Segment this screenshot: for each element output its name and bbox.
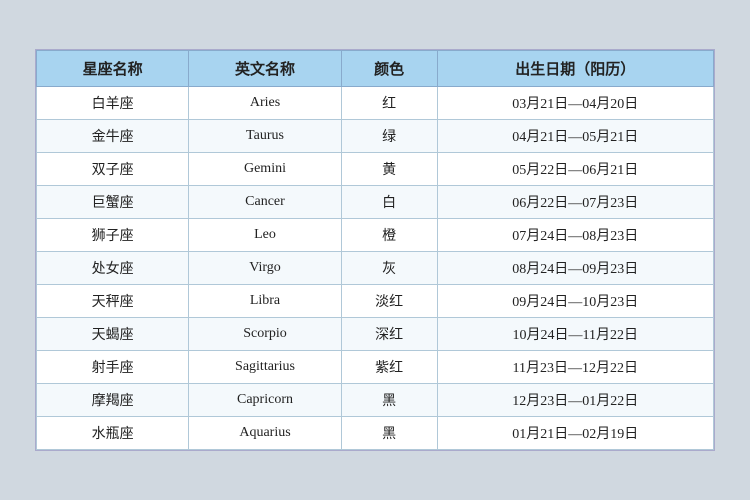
table-cell: 01月21日—02月19日 — [437, 417, 713, 450]
table-cell: 12月23日—01月22日 — [437, 384, 713, 417]
table-cell: Sagittarius — [189, 351, 341, 384]
table-cell: 灰 — [341, 252, 437, 285]
zodiac-table: 星座名称英文名称颜色出生日期（阳历） 白羊座Aries红03月21日—04月20… — [36, 50, 714, 450]
table-row: 金牛座Taurus绿04月21日—05月21日 — [37, 120, 714, 153]
table-cell: 11月23日—12月22日 — [437, 351, 713, 384]
table-row: 天秤座Libra淡红09月24日—10月23日 — [37, 285, 714, 318]
table-cell: 狮子座 — [37, 219, 189, 252]
table-cell: Leo — [189, 219, 341, 252]
table-body: 白羊座Aries红03月21日—04月20日金牛座Taurus绿04月21日—0… — [37, 87, 714, 450]
table-cell: 10月24日—11月22日 — [437, 318, 713, 351]
table-cell: 07月24日—08月23日 — [437, 219, 713, 252]
table-cell: 08月24日—09月23日 — [437, 252, 713, 285]
table-row: 白羊座Aries红03月21日—04月20日 — [37, 87, 714, 120]
table-row: 双子座Gemini黄05月22日—06月21日 — [37, 153, 714, 186]
table-cell: 双子座 — [37, 153, 189, 186]
table-row: 天蝎座Scorpio深红10月24日—11月22日 — [37, 318, 714, 351]
table-cell: Libra — [189, 285, 341, 318]
table-row: 水瓶座Aquarius黑01月21日—02月19日 — [37, 417, 714, 450]
table-cell: 深红 — [341, 318, 437, 351]
table-row: 射手座Sagittarius紫红11月23日—12月22日 — [37, 351, 714, 384]
table-cell: 黄 — [341, 153, 437, 186]
table-cell: 摩羯座 — [37, 384, 189, 417]
table-cell: 白 — [341, 186, 437, 219]
table-row: 狮子座Leo橙07月24日—08月23日 — [37, 219, 714, 252]
table-cell: 紫红 — [341, 351, 437, 384]
table-cell: 09月24日—10月23日 — [437, 285, 713, 318]
table-header-cell: 出生日期（阳历） — [437, 51, 713, 87]
table-cell: Gemini — [189, 153, 341, 186]
table-cell: 橙 — [341, 219, 437, 252]
table-cell: 04月21日—05月21日 — [437, 120, 713, 153]
table-row: 处女座Virgo灰08月24日—09月23日 — [37, 252, 714, 285]
table-cell: 天蝎座 — [37, 318, 189, 351]
table-cell: 06月22日—07月23日 — [437, 186, 713, 219]
table-cell: 处女座 — [37, 252, 189, 285]
table-cell: 黑 — [341, 417, 437, 450]
table-header-cell: 颜色 — [341, 51, 437, 87]
table-cell: Virgo — [189, 252, 341, 285]
table-header-cell: 英文名称 — [189, 51, 341, 87]
table-cell: 05月22日—06月21日 — [437, 153, 713, 186]
table-row: 摩羯座Capricorn黑12月23日—01月22日 — [37, 384, 714, 417]
table-cell: 水瓶座 — [37, 417, 189, 450]
table-cell: Cancer — [189, 186, 341, 219]
table-cell: 红 — [341, 87, 437, 120]
table-cell: 03月21日—04月20日 — [437, 87, 713, 120]
table-cell: Aries — [189, 87, 341, 120]
table-cell: 天秤座 — [37, 285, 189, 318]
table-cell: Aquarius — [189, 417, 341, 450]
table-cell: 射手座 — [37, 351, 189, 384]
zodiac-table-container: 星座名称英文名称颜色出生日期（阳历） 白羊座Aries红03月21日—04月20… — [35, 49, 715, 451]
table-row: 巨蟹座Cancer白06月22日—07月23日 — [37, 186, 714, 219]
table-cell: Capricorn — [189, 384, 341, 417]
table-cell: 黑 — [341, 384, 437, 417]
table-cell: 淡红 — [341, 285, 437, 318]
table-cell: 绿 — [341, 120, 437, 153]
table-cell: 金牛座 — [37, 120, 189, 153]
table-header-row: 星座名称英文名称颜色出生日期（阳历） — [37, 51, 714, 87]
table-cell: 白羊座 — [37, 87, 189, 120]
table-cell: Scorpio — [189, 318, 341, 351]
table-header-cell: 星座名称 — [37, 51, 189, 87]
table-cell: 巨蟹座 — [37, 186, 189, 219]
table-cell: Taurus — [189, 120, 341, 153]
